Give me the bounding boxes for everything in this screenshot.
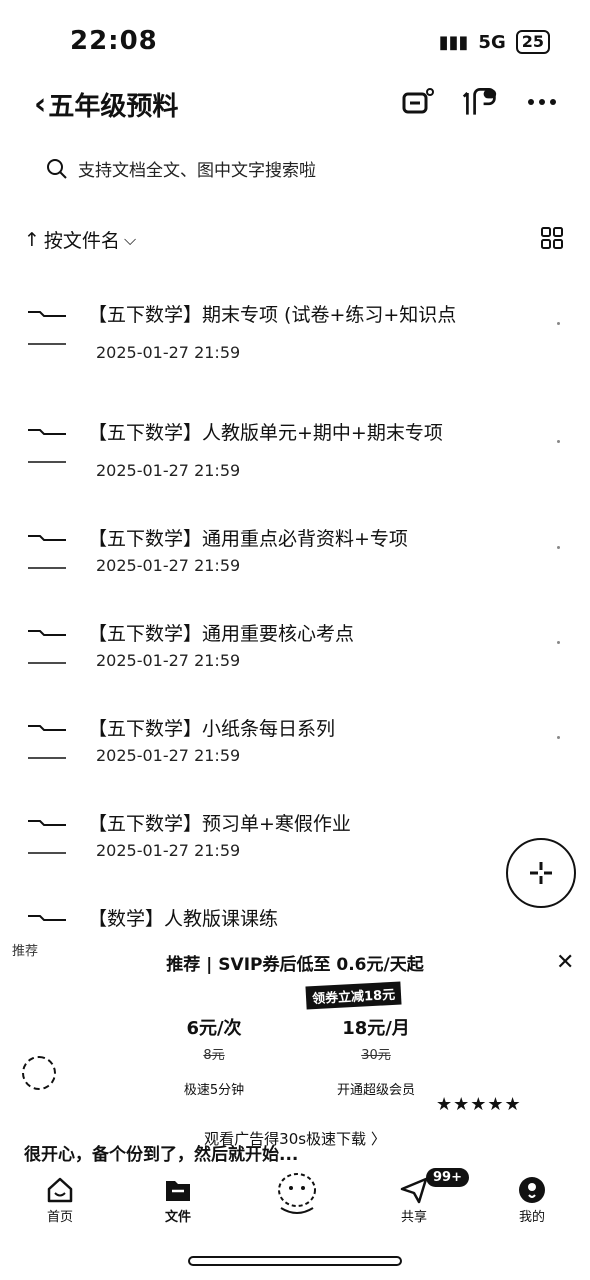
tab-label: 首页 bbox=[46, 1210, 73, 1225]
plan-price: 6元/次 bbox=[186, 1018, 242, 1039]
grid-view-icon[interactable] bbox=[540, 226, 564, 250]
file-name: 【五下数学】人教版单元+期中+期末专项 bbox=[88, 422, 443, 444]
file-select-indicator[interactable] bbox=[557, 736, 560, 739]
file-date: 2025-01-27 21:59 bbox=[96, 343, 241, 362]
list-item[interactable]: 【五下数学】人教版单元+期中+期末专项 2025-01-27 21:59 bbox=[0, 414, 590, 514]
plan-old-price: 30元 bbox=[361, 1048, 391, 1063]
promo-comment: 很开心，备个份到了，然后就开始... bbox=[24, 1145, 299, 1165]
tab-label: 共享 bbox=[400, 1210, 427, 1225]
sort-button[interactable]: ↑ 按文件名 ⌵ bbox=[24, 226, 136, 253]
close-icon[interactable]: ✕ bbox=[556, 950, 574, 975]
file-date: 2025-01-27 21:59 bbox=[96, 746, 241, 765]
rating-stars: ★★★★★ bbox=[436, 1094, 522, 1115]
page-title: 五年级预料 bbox=[48, 92, 179, 122]
home-icon bbox=[30, 1174, 90, 1206]
folder-icon bbox=[28, 429, 66, 463]
file-select-indicator[interactable] bbox=[557, 546, 560, 549]
search-icon bbox=[47, 158, 67, 179]
tab-label: 文件 bbox=[164, 1210, 191, 1225]
home-indicator[interactable] bbox=[188, 1256, 402, 1266]
plan-option-per-use[interactable]: 6元/次 8元 极速5分钟 bbox=[134, 1014, 294, 1098]
status-indicators: ▮▮▮ 5G 25 bbox=[439, 30, 550, 54]
status-time: 22:08 bbox=[70, 26, 158, 56]
add-button[interactable] bbox=[506, 838, 576, 908]
list-item[interactable]: 【五下数学】预习单+寒假作业 2025-01-27 21:59 bbox=[0, 805, 590, 905]
transfer-icon[interactable] bbox=[462, 84, 498, 120]
signal-icon: ▮▮▮ bbox=[438, 31, 469, 53]
file-select-indicator[interactable] bbox=[557, 322, 560, 325]
tab-profile[interactable]: 我的 bbox=[502, 1174, 562, 1225]
network-label: 5G bbox=[478, 31, 506, 53]
file-date: 2025-01-27 21:59 bbox=[96, 841, 241, 860]
tab-mascot[interactable] bbox=[262, 1168, 332, 1218]
nav-actions bbox=[400, 84, 560, 120]
folder-icon bbox=[28, 630, 66, 664]
plan-desc: 极速5分钟 bbox=[183, 1083, 245, 1098]
plan-desc: 开通超级会员 bbox=[336, 1083, 415, 1098]
file-date: 2025-01-27 21:59 bbox=[96, 461, 241, 480]
folder-icon bbox=[28, 915, 66, 921]
search-input[interactable]: 支持文档全文、图中文字搜索啦 bbox=[46, 156, 316, 181]
search-placeholder: 支持文档全文、图中文字搜索啦 bbox=[78, 161, 316, 181]
file-select-indicator[interactable] bbox=[557, 641, 560, 644]
list-item[interactable]: 【数学】人教版课课练 bbox=[0, 900, 590, 940]
tab-home[interactable]: 首页 bbox=[30, 1174, 90, 1225]
plan-old-price: 8元 bbox=[203, 1048, 225, 1063]
file-name: 【五下数学】通用重点必背资料+专项 bbox=[88, 528, 408, 550]
plan-option-monthly[interactable]: 18元/月 30元 开通超级会员 bbox=[296, 1014, 456, 1098]
more-icon[interactable] bbox=[524, 84, 560, 120]
list-item[interactable]: 【五下数学】小纸条每日系列 2025-01-27 21:59 bbox=[0, 710, 590, 810]
sync-icon[interactable] bbox=[400, 84, 436, 120]
folder-icon bbox=[28, 311, 66, 345]
file-name: 【数学】人教版课课练 bbox=[88, 908, 279, 930]
file-select-indicator[interactable] bbox=[557, 440, 560, 443]
file-name: 【五下数学】期末专项 (试卷+练习+知识点 bbox=[88, 304, 457, 326]
file-date: 2025-01-27 21:59 bbox=[96, 651, 241, 670]
list-item[interactable]: 【五下数学】期末专项 (试卷+练习+知识点 2025-01-27 21:59 bbox=[0, 296, 590, 396]
mascot-icon bbox=[262, 1168, 332, 1218]
tab-files[interactable]: 文件 bbox=[148, 1174, 208, 1225]
folder-icon bbox=[28, 535, 66, 569]
plan-price: 18元/月 bbox=[342, 1018, 410, 1039]
avatar bbox=[22, 1056, 56, 1090]
file-name: 【五下数学】小纸条每日系列 bbox=[88, 718, 336, 740]
battery-icon: 25 bbox=[515, 30, 550, 54]
sort-label: 按文件名 bbox=[43, 230, 120, 252]
notification-badge: 99+ bbox=[426, 1168, 469, 1187]
file-date: 2025-01-27 21:59 bbox=[96, 556, 241, 575]
folder-icon bbox=[28, 725, 66, 759]
folder-icon bbox=[148, 1174, 208, 1206]
plus-icon bbox=[530, 862, 552, 884]
file-name: 【五下数学】通用重要核心考点 bbox=[88, 623, 355, 645]
profile-icon bbox=[502, 1174, 562, 1206]
list-item[interactable]: 【五下数学】通用重点必背资料+专项 2025-01-27 21:59 bbox=[0, 520, 590, 620]
file-name: 【五下数学】预习单+寒假作业 bbox=[88, 813, 351, 835]
chevron-left-icon: ‹ bbox=[34, 86, 47, 122]
arrow-up-icon: ↑ bbox=[24, 228, 40, 251]
list-item[interactable]: 【五下数学】通用重要核心考点 2025-01-27 21:59 bbox=[0, 615, 590, 715]
back-button[interactable]: ‹ 五年级预料 bbox=[34, 86, 178, 123]
folder-icon bbox=[28, 820, 66, 854]
chevron-down-icon: ⌵ bbox=[123, 229, 137, 249]
tab-label: 我的 bbox=[518, 1210, 545, 1225]
promo-title: 推荐 | SVIP券后低至 0.6元/天起 bbox=[166, 955, 424, 975]
